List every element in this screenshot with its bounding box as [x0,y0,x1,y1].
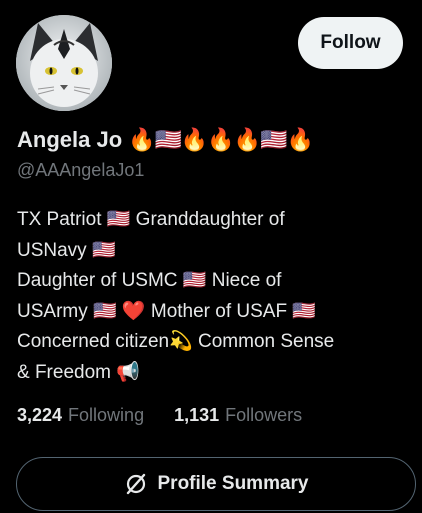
followers-label: Followers [225,405,303,425]
followers-count: 1,131 [174,405,220,425]
profile-summary-button[interactable]: Profile Summary [16,457,416,511]
following-link[interactable]: 3,224 Following [17,405,144,426]
avatar[interactable] [16,15,112,111]
name-row: Angela Jo 🔥🇺🇸🔥🔥🔥🇺🇸🔥 [17,124,314,156]
bio: TX Patriot 🇺🇸 Granddaughter of USNavy 🇺🇸… [17,205,412,388]
followers-link[interactable]: 1,131 Followers [174,405,302,426]
following-label: Following [68,405,145,425]
profile-summary-label: Profile Summary [157,473,309,494]
display-name: Angela Jo [17,127,123,152]
name-emoji: 🔥🇺🇸🔥🔥🔥🇺🇸🔥 [128,127,314,152]
profile-handle: @AAAngelaJo1 [17,160,145,180]
bio-line: TX Patriot 🇺🇸 Granddaughter of [17,209,285,230]
bio-line: Daughter of USMC 🇺🇸 Niece of [17,270,282,291]
stats: 3,224 Following 1,131 Followers [17,405,332,426]
white-cat-avatar-icon [16,15,112,111]
bio-line: USNavy 🇺🇸 [17,239,116,261]
follow-button[interactable]: Follow [298,17,403,69]
bio-line: USArmy 🇺🇸 ❤️ Mother of USAF 🇺🇸 [17,300,317,322]
bio-line: & Freedom 📢 [17,361,140,383]
following-count: 3,224 [17,405,63,425]
bio-line: Concerned citizen💫 Common Sense [17,331,335,352]
grok-icon [126,473,145,495]
